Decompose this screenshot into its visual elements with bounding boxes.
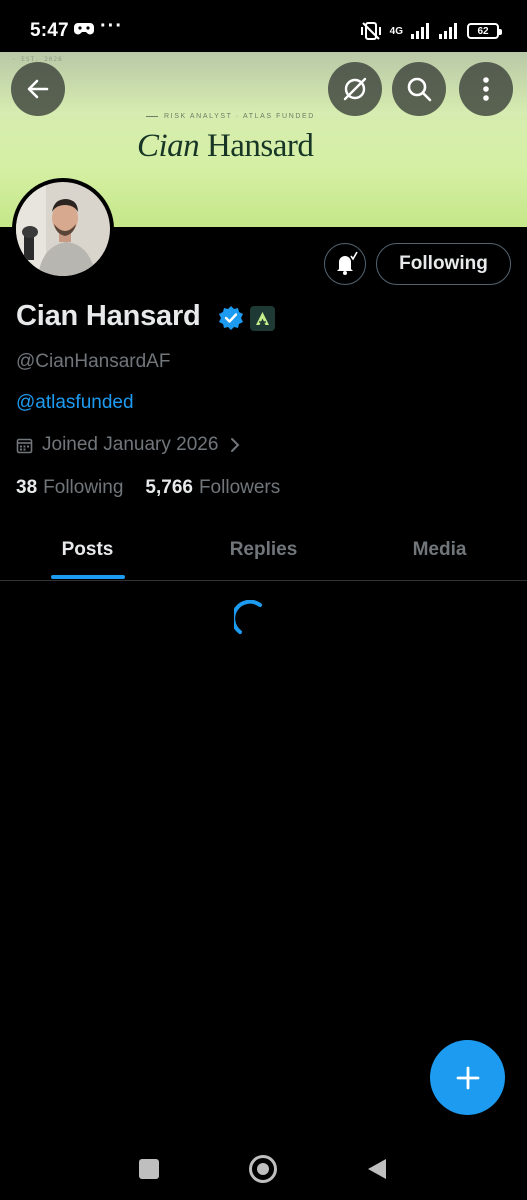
signal-icon [411,23,429,39]
status-time: 5:47 [30,20,69,41]
notification-dots: ··· [100,15,123,37]
display-name: Cian Hansard [16,300,201,332]
bell-check-icon [337,251,358,275]
banner-name-first: Cian [137,128,200,164]
vibrate-off-icon [360,22,381,40]
compose-button[interactable] [430,1040,505,1115]
battery-level: 62 [477,25,489,37]
search-icon [407,77,432,102]
joined-date[interactable]: Joined January 2026 [16,434,240,456]
grok-icon [343,77,367,101]
recent-apps-icon[interactable] [139,1159,159,1179]
banner-name: Cian Hansard [137,128,314,165]
profile-tabs: Posts Replies Media [0,520,527,581]
calendar-icon [16,438,33,453]
loading-spinner-icon [234,600,262,634]
chevron-right-icon [231,438,240,452]
following-stat[interactable]: 38 Following [16,477,123,499]
banner-tagline: RISK ANALYST · ATLAS FUNDED [146,113,315,120]
more-button[interactable] [459,62,513,116]
back-button[interactable] [11,62,65,116]
user-handle: @CianHansardAF [16,351,171,372]
tab-replies[interactable]: Replies [176,520,351,580]
plus-icon [456,1066,479,1089]
tab-media[interactable]: Media [352,520,527,580]
atlas-logo-icon [256,312,269,325]
following-button[interactable]: Following [376,243,511,285]
battery-icon: 62 [467,23,502,39]
follow-stats: 38 Following 5,766 Followers [16,477,302,499]
avatar-photo [16,182,110,276]
more-vertical-icon [483,77,489,101]
followers-label: Followers [198,477,281,498]
grok-button[interactable] [328,62,382,116]
home-icon[interactable] [249,1155,277,1183]
back-triangle-icon[interactable] [366,1157,388,1181]
bio-mention-link[interactable]: @atlasfunded [16,392,134,414]
banner-name-last: Hansard [199,128,314,164]
notifications-button[interactable] [324,243,366,285]
arrow-left-icon [27,79,49,99]
tab-posts[interactable]: Posts [0,520,175,580]
signal-icon-2 [439,23,457,39]
search-button[interactable] [392,62,446,116]
following-count: 38 [16,477,38,498]
network-type: 4G [389,25,403,37]
system-nav-bar [0,1140,527,1200]
gamepad-icon [74,23,94,35]
following-label: Following [43,477,124,498]
profile-screen: 5:47 ··· 4G 62 · EST. 2026 RISK ANALYST … [0,0,527,1200]
active-tab-indicator [51,575,125,579]
followers-stat[interactable]: 5,766 Followers [145,477,280,499]
avatar[interactable] [12,178,114,280]
joined-text: Joined January 2026 [42,434,219,455]
status-right: 4G 62 [360,20,502,42]
verified-badge-icon[interactable] [218,305,244,331]
status-bar: 5:47 ··· 4G 62 [0,0,527,52]
affiliate-badge[interactable] [250,306,275,331]
followers-count: 5,766 [145,477,193,498]
